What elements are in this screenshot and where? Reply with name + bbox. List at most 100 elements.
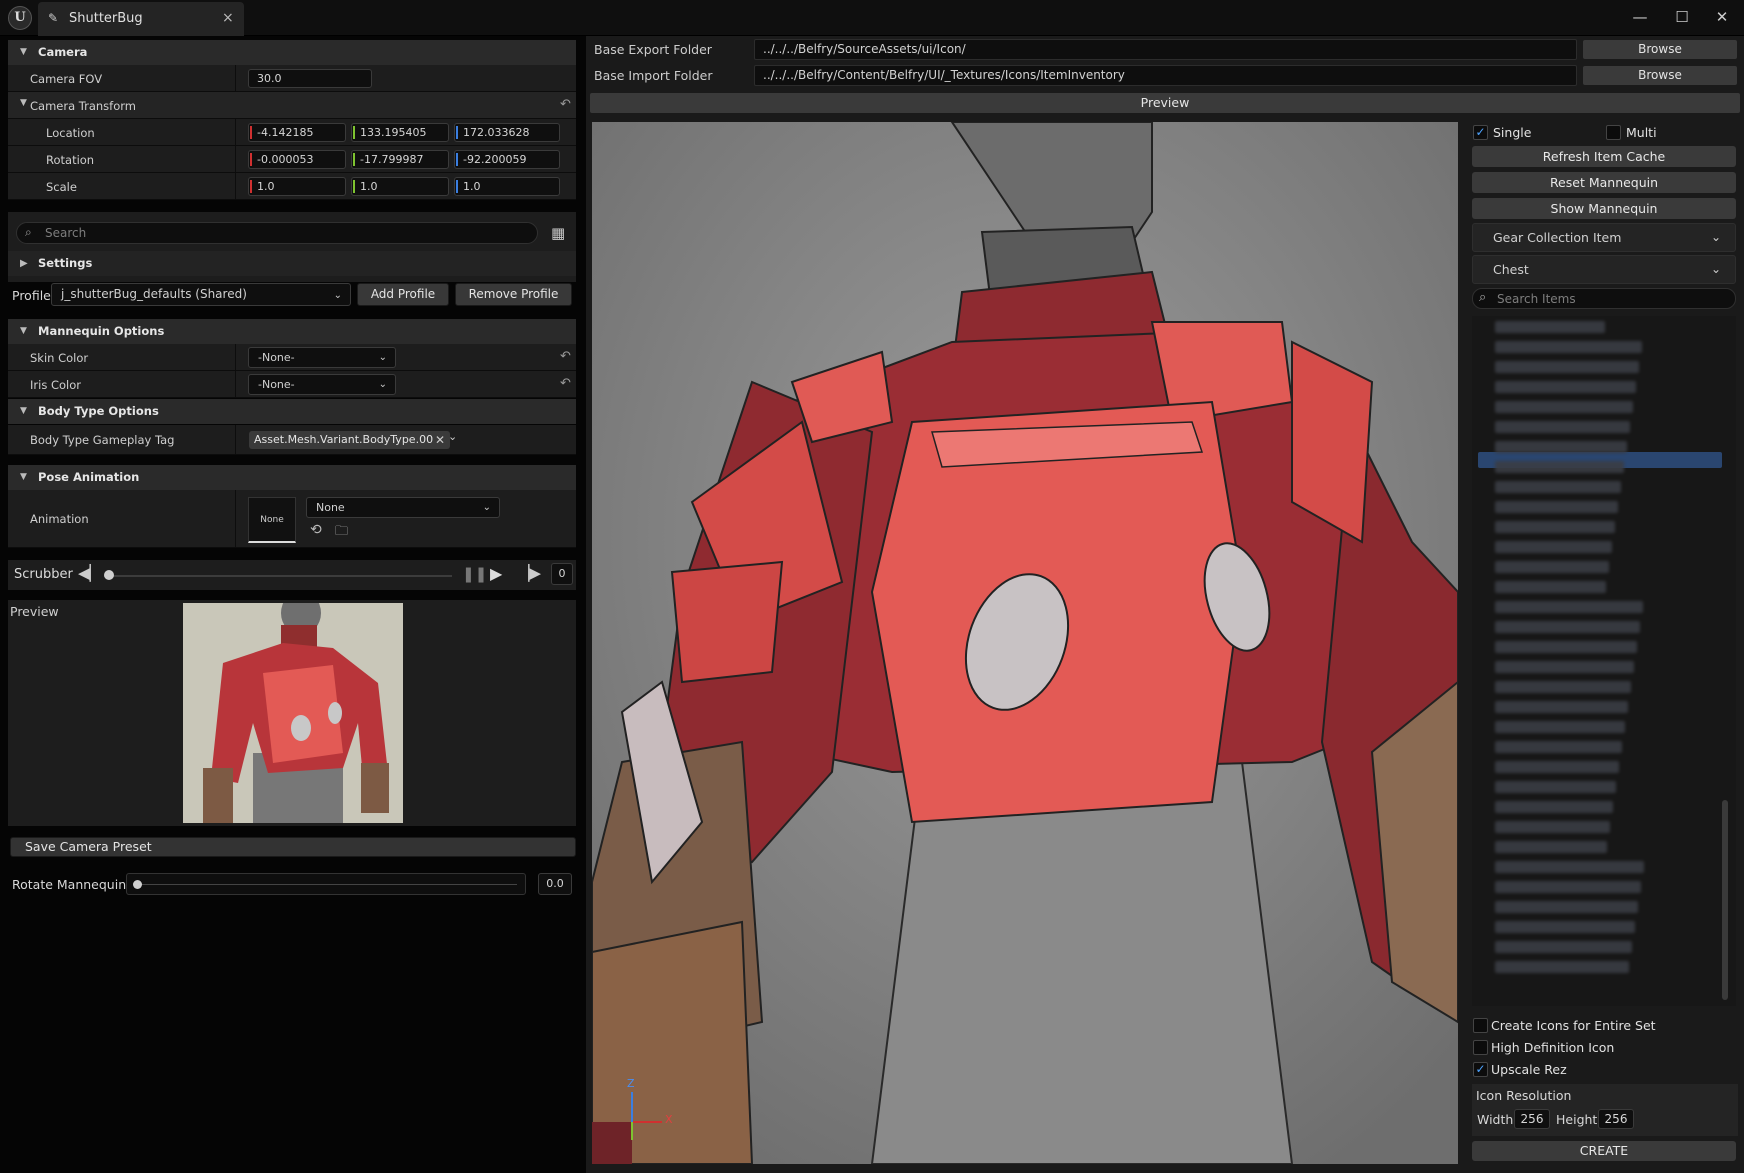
list-item[interactable] <box>1495 681 1631 693</box>
step-back-icon[interactable]: ◀▏ <box>78 564 101 582</box>
location-z-input[interactable]: 172.033628 <box>454 123 560 142</box>
settings-section-header[interactable]: ▶ Settings <box>8 251 576 276</box>
slot-dropdown[interactable]: Chest ⌄ <box>1472 255 1736 284</box>
list-item[interactable] <box>1495 901 1638 913</box>
rotation-z-input[interactable]: -92.200059 <box>454 150 560 169</box>
list-item[interactable] <box>1495 761 1619 773</box>
body-type-tag-chip[interactable]: Asset.Mesh.Variant.BodyType.00 ✕ <box>249 431 450 449</box>
reset-arrow-icon[interactable]: ↶ <box>560 376 571 391</box>
import-folder-input[interactable]: ../../../Belfry/Content/Belfry/UI/_Textu… <box>754 65 1577 86</box>
list-item[interactable] <box>1495 941 1632 953</box>
scale-z-input[interactable]: 1.0 <box>454 177 560 196</box>
list-item[interactable] <box>1495 441 1627 453</box>
rotate-slider[interactable] <box>126 873 526 895</box>
list-item[interactable] <box>1495 561 1609 573</box>
import-browse-button[interactable]: Browse <box>1582 65 1738 86</box>
list-item[interactable] <box>1495 541 1612 553</box>
iris-color-dropdown[interactable]: -None- ⌄ <box>248 374 396 395</box>
skin-color-dropdown[interactable]: -None- ⌄ <box>248 347 396 368</box>
reset-mannequin-button[interactable]: Reset Mannequin <box>1472 172 1736 193</box>
list-item[interactable] <box>1495 921 1635 933</box>
document-tab[interactable]: ✎ ShutterBug × <box>38 2 244 36</box>
list-item[interactable] <box>1495 461 1624 473</box>
rotation-x-input[interactable]: -0.000053 <box>248 150 346 169</box>
preview-header-button[interactable]: Preview <box>590 93 1740 113</box>
create-button[interactable]: CREATE <box>1472 1141 1736 1161</box>
list-item[interactable] <box>1495 401 1633 413</box>
animation-thumbnail[interactable]: None <box>248 497 296 543</box>
camera-transform-header[interactable]: ▼ Camera Transform ↶ <box>8 92 576 119</box>
list-item[interactable] <box>1495 341 1642 353</box>
unreal-logo-icon[interactable]: U <box>8 6 32 30</box>
list-item[interactable] <box>1495 361 1639 373</box>
list-item[interactable] <box>1495 701 1628 713</box>
width-input[interactable]: 256 <box>1514 1109 1550 1129</box>
list-item[interactable] <box>1495 641 1637 653</box>
remove-tag-icon[interactable]: ✕ <box>435 431 445 449</box>
close-window-icon[interactable]: ✕ <box>1704 4 1740 30</box>
list-item[interactable] <box>1495 801 1613 813</box>
table-view-icon[interactable]: ▦ <box>551 224 565 242</box>
create-set-checkbox[interactable] <box>1473 1018 1488 1033</box>
location-x-input[interactable]: -4.142185 <box>248 123 346 142</box>
hd-icon-checkbox[interactable] <box>1473 1040 1488 1055</box>
list-item[interactable] <box>1495 881 1641 893</box>
list-item[interactable] <box>1495 321 1605 333</box>
list-item[interactable] <box>1495 621 1640 633</box>
list-item[interactable] <box>1495 481 1621 493</box>
browse-asset-icon[interactable]: 🗀 <box>335 522 348 544</box>
camera-section-header[interactable]: ▼ Camera <box>8 40 576 65</box>
list-item[interactable] <box>1495 721 1625 733</box>
pose-animation-header[interactable]: ▼ Pose Animation <box>8 465 576 490</box>
list-item[interactable] <box>1495 381 1636 393</box>
multi-checkbox[interactable] <box>1606 125 1621 140</box>
scale-x-input[interactable]: 1.0 <box>248 177 346 196</box>
list-item[interactable] <box>1495 601 1643 613</box>
save-camera-preset-button[interactable]: Save Camera Preset <box>10 837 576 857</box>
minimize-icon[interactable]: — <box>1622 4 1658 30</box>
list-item[interactable] <box>1495 781 1616 793</box>
pause-icon[interactable]: ❚❚ <box>462 565 487 583</box>
search-items-input[interactable]: ⌕ Search Items <box>1472 288 1736 309</box>
remove-profile-button[interactable]: Remove Profile <box>455 283 572 306</box>
list-item[interactable] <box>1495 841 1607 853</box>
scrubber-frame-input[interactable]: 0 <box>551 563 573 585</box>
reset-arrow-icon[interactable]: ↶ <box>560 349 571 364</box>
single-checkbox[interactable]: ✓ <box>1473 125 1488 140</box>
list-scrollbar[interactable] <box>1722 800 1728 1000</box>
scale-y-input[interactable]: 1.0 <box>351 177 449 196</box>
list-item[interactable] <box>1495 501 1618 513</box>
camera-fov-input[interactable]: 30.0 <box>248 69 372 88</box>
maximize-icon[interactable]: ☐ <box>1664 4 1700 30</box>
add-profile-button[interactable]: Add Profile <box>357 283 449 306</box>
search-input[interactable]: ⌕ Search <box>16 222 538 244</box>
body-type-options-header[interactable]: ▼ Body Type Options <box>8 399 576 424</box>
rotation-y-input[interactable]: -17.799987 <box>351 150 449 169</box>
preview-viewport[interactable]: X Z <box>592 122 1458 1164</box>
list-item[interactable] <box>1495 961 1629 973</box>
list-item[interactable] <box>1495 581 1606 593</box>
rotate-value-input[interactable]: 0.0 <box>538 873 572 895</box>
refresh-item-cache-button[interactable]: Refresh Item Cache <box>1472 146 1736 167</box>
export-browse-button[interactable]: Browse <box>1582 39 1738 60</box>
upscale-checkbox[interactable]: ✓ <box>1473 1062 1488 1077</box>
play-icon[interactable]: ▶ <box>490 564 502 583</box>
export-folder-input[interactable]: ../../../Belfry/SourceAssets/ui/Icon/ <box>754 39 1577 60</box>
rotate-slider-handle[interactable] <box>133 880 142 889</box>
show-mannequin-button[interactable]: Show Mannequin <box>1472 198 1736 219</box>
list-item[interactable] <box>1495 741 1622 753</box>
list-item[interactable] <box>1495 661 1634 673</box>
list-item[interactable] <box>1495 421 1630 433</box>
scrubber-track[interactable] <box>104 575 452 577</box>
list-item[interactable] <box>1495 521 1615 533</box>
profile-dropdown[interactable]: j_shutterBug_defaults (Shared) ⌄ <box>51 283 351 306</box>
reset-arrow-icon[interactable]: ↶ <box>560 97 571 112</box>
height-input[interactable]: 256 <box>1598 1109 1634 1129</box>
list-item[interactable] <box>1495 821 1610 833</box>
collection-type-dropdown[interactable]: Gear Collection Item ⌄ <box>1472 223 1736 252</box>
scrubber-handle[interactable] <box>104 570 114 580</box>
chevron-down-icon[interactable]: ⌄ <box>448 430 457 443</box>
mannequin-options-header[interactable]: ▼ Mannequin Options <box>8 319 576 344</box>
animation-dropdown[interactable]: None ⌄ <box>306 497 500 518</box>
list-item[interactable] <box>1495 861 1644 873</box>
